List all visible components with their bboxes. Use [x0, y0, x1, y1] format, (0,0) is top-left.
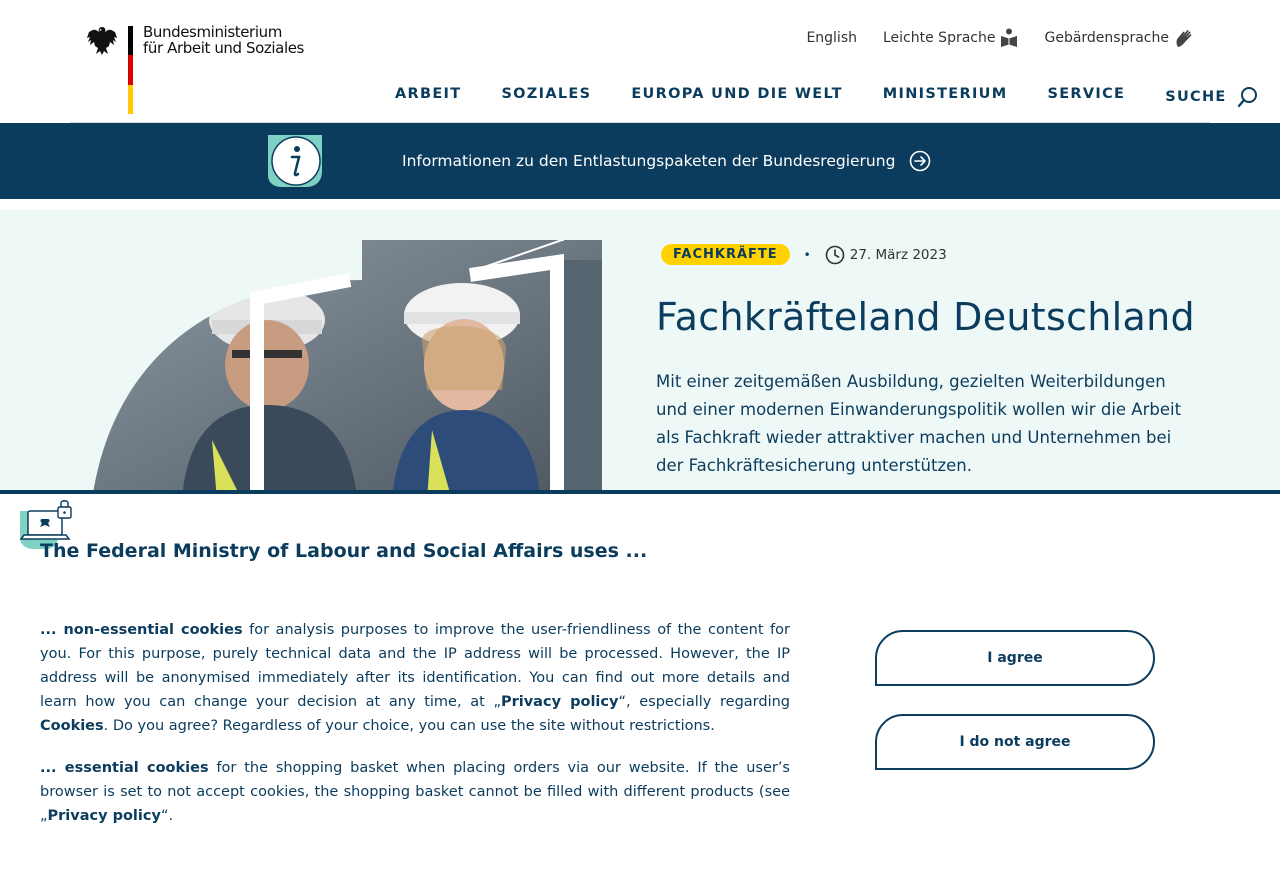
sign-hand-icon	[1176, 30, 1192, 47]
essential-cookies-label: ... essential cookies	[40, 760, 209, 776]
hero-teaser: FACHKRÄFTE • 27. März 2023 Fachkräftelan…	[0, 210, 1280, 500]
essential-cookies-paragraph: ... essential cookies for the shopping b…	[40, 756, 790, 828]
nav-ministerium[interactable]: MINISTERIUM	[883, 86, 1008, 108]
p1-text-c: . Do you agree? Regardless of your choic…	[103, 718, 715, 734]
relief-packages-link[interactable]: Informationen zu den Entlastungspaketen …	[402, 150, 931, 172]
easy-language-link[interactable]: Leichte Sprache	[883, 28, 1018, 48]
nav-suche[interactable]: SUCHE	[1165, 86, 1258, 108]
nav-suche-label: SUCHE	[1165, 89, 1227, 105]
hero-image	[92, 240, 602, 500]
hero-meta: FACHKRÄFTE • 27. März 2023	[661, 244, 947, 265]
site-header: Bundesministerium für Arbeit und Soziale…	[0, 0, 1280, 123]
ministry-logo[interactable]: Bundesministerium für Arbeit und Soziale…	[85, 24, 305, 114]
reading-person-icon	[1001, 28, 1018, 47]
topic-tag[interactable]: FACHKRÄFTE	[661, 244, 790, 265]
info-banner: Informationen zu den Entlastungspaketen …	[0, 123, 1280, 199]
cookie-dialog-title: The Federal Ministry of Labour and Socia…	[40, 540, 648, 562]
federal-eagle-icon	[87, 27, 117, 55]
privacy-policy-link-2[interactable]: Privacy policy	[48, 808, 161, 824]
banner-link-text: Informationen zu den Entlastungspaketen …	[402, 152, 896, 170]
agree-button[interactable]: I agree	[875, 630, 1155, 686]
disagree-button[interactable]: I do not agree	[875, 714, 1155, 770]
easy-language-label: Leichte Sprache	[883, 30, 996, 46]
circle-arrow-right-icon	[910, 150, 931, 172]
meta-separator: •	[803, 247, 811, 262]
p1-text-b: “, especially regarding	[618, 694, 790, 710]
english-link-label: English	[806, 30, 857, 46]
publish-date-text: 27. März 2023	[849, 246, 947, 263]
p2-text-b: “.	[160, 808, 174, 824]
logo-line-2: für Arbeit und Soziales	[143, 39, 304, 57]
sign-language-link[interactable]: Gebärdensprache	[1044, 28, 1194, 48]
cookies-link[interactable]: Cookies	[40, 718, 104, 734]
cookie-dialog-body: ... non-essential cookies for analysis p…	[40, 618, 790, 846]
non-essential-cookies-paragraph: ... non-essential cookies for analysis p…	[40, 618, 790, 738]
search-icon	[1237, 87, 1257, 108]
english-link[interactable]: English	[806, 28, 857, 48]
privacy-policy-link[interactable]: Privacy policy	[501, 694, 618, 710]
clock-icon	[825, 245, 845, 264]
nav-service[interactable]: SERVICE	[1047, 86, 1125, 108]
main-navigation: ARBEIT SOZIALES EUROPA UND DIE WELT MINI…	[395, 86, 1259, 108]
logo-line-1: Bundesministerium	[143, 23, 282, 41]
cookie-consent-dialog: The Federal Ministry of Labour and Socia…	[0, 490, 1280, 887]
nav-arbeit[interactable]: ARBEIT	[395, 86, 461, 108]
logo-text: Bundesministerium für Arbeit und Soziale…	[143, 24, 304, 56]
sign-language-label: Gebärdensprache	[1044, 30, 1169, 46]
hero-text: Mit einer zeitgemäßen Ausbildung, geziel…	[656, 372, 1182, 475]
info-icon	[268, 135, 322, 187]
hero-title[interactable]: Fachkräfteland Deutschland	[656, 295, 1195, 339]
nav-soziales[interactable]: SOZIALES	[501, 86, 591, 108]
publish-date: 27. März 2023	[825, 245, 947, 265]
language-links: English Leichte Sprache Gebärdensprache	[806, 28, 1194, 48]
non-essential-cookies-label: ... non-essential cookies	[40, 622, 243, 638]
german-flag-bar	[128, 26, 133, 114]
nav-europa-und-die-welt[interactable]: EUROPA UND DIE WELT	[631, 86, 842, 108]
